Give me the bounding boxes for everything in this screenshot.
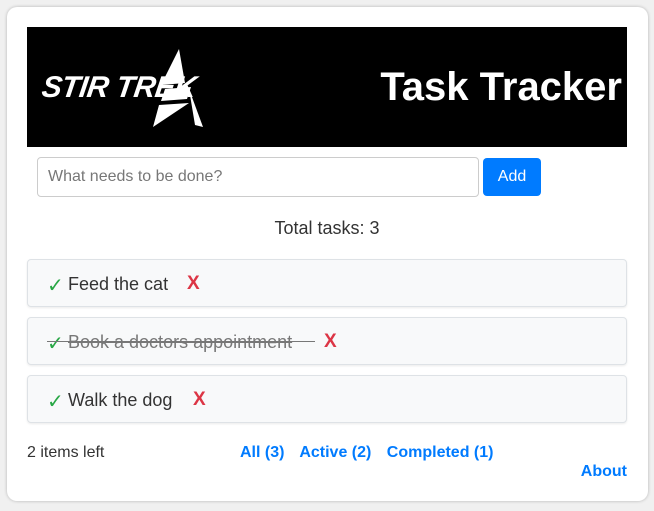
task-label[interactable]: Walk the dog [68, 390, 172, 411]
filter-active[interactable]: Active (2) [299, 444, 371, 461]
page-title: Task Tracker [380, 65, 622, 109]
header-banner: STIR TREK Task Tracker [27, 27, 627, 147]
task-label[interactable]: Book a doctors appointment [68, 332, 292, 353]
task-item: ✓ Feed the cat X [27, 259, 627, 307]
check-icon[interactable]: ✓ [47, 331, 64, 356]
starfleet-delta-icon [153, 49, 203, 127]
new-task-input[interactable] [37, 157, 479, 197]
filter-bar: All (3) Active (2) Completed (1) [240, 444, 504, 462]
delete-icon[interactable]: X [187, 273, 200, 295]
filter-completed[interactable]: Completed (1) [387, 444, 494, 461]
about-link[interactable]: About [581, 463, 627, 481]
strikethrough-line [47, 341, 315, 342]
task-label[interactable]: Feed the cat [68, 274, 168, 295]
filter-all[interactable]: All (3) [240, 444, 284, 461]
add-task-button[interactable]: Add [483, 158, 541, 196]
task-item: ✓ Walk the dog X [27, 375, 627, 423]
check-icon[interactable]: ✓ [47, 273, 64, 298]
check-icon[interactable]: ✓ [47, 389, 64, 414]
task-item: ✓ Book a doctors appointment X [27, 317, 627, 365]
items-left-count: 2 items left [27, 444, 105, 461]
delete-icon[interactable]: X [324, 331, 337, 353]
delete-icon[interactable]: X [193, 389, 206, 411]
total-tasks-count: Total tasks: 3 [274, 218, 380, 238]
